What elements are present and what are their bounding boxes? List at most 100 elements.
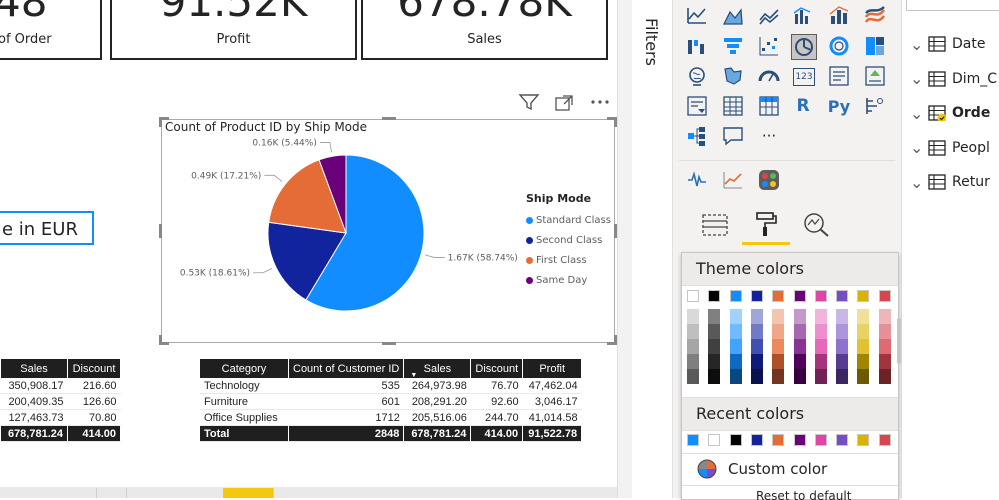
- color-shade-swatch[interactable]: [729, 309, 742, 324]
- key-influencers-icon[interactable]: [863, 94, 887, 118]
- ribbon-chart-icon[interactable]: [863, 4, 887, 28]
- color-shade-swatch[interactable]: [750, 324, 763, 339]
- partial-table[interactable]: Sales Discount 350,908.17 216.60 200,409.…: [0, 359, 121, 442]
- theme-color-swatch[interactable]: [687, 290, 699, 302]
- multi-row-card-icon[interactable]: [827, 64, 851, 88]
- column-header[interactable]: Category: [200, 359, 289, 378]
- recent-color-swatch[interactable]: [793, 434, 806, 446]
- donut-chart-icon[interactable]: [827, 34, 851, 58]
- pie-chart-visual[interactable]: Count of Product ID by Ship Mode 1.67K (…: [159, 117, 617, 345]
- table-icon[interactable]: [721, 94, 745, 118]
- color-shade-swatch[interactable]: [687, 324, 699, 339]
- filter-icon[interactable]: [518, 93, 540, 111]
- kpi-icon[interactable]: [863, 64, 887, 88]
- color-shade-swatch[interactable]: [750, 369, 763, 384]
- color-shade-swatch[interactable]: [708, 339, 721, 354]
- treemap-icon[interactable]: [863, 34, 887, 58]
- theme-color-swatch[interactable]: [857, 290, 870, 302]
- table-row[interactable]: 200,409.35 126.60: [0, 393, 121, 410]
- legend-item[interactable]: Standard Class: [526, 210, 611, 230]
- map-icon[interactable]: [685, 64, 709, 88]
- search-box-edge[interactable]: [906, 0, 999, 11]
- color-shade-swatch[interactable]: [836, 324, 849, 339]
- custom-visual-icon[interactable]: [757, 168, 781, 192]
- waterfall-chart-icon[interactable]: [685, 34, 709, 58]
- color-shade-swatch[interactable]: [814, 369, 827, 384]
- slicer-icon[interactable]: [685, 94, 709, 118]
- field-table-item[interactable]: ⌄ Orde: [910, 102, 990, 124]
- recent-color-swatch[interactable]: [729, 434, 742, 446]
- color-shade-swatch[interactable]: [772, 354, 785, 369]
- currency-slicer[interactable]: e in EUR: [0, 211, 94, 245]
- theme-color-swatch[interactable]: [772, 290, 785, 302]
- color-shade-swatch[interactable]: [708, 309, 721, 324]
- line-chart-icon[interactable]: [685, 4, 709, 28]
- color-shade-swatch[interactable]: [793, 324, 806, 339]
- fields-tab-icon[interactable]: [701, 212, 729, 238]
- color-shade-swatch[interactable]: [708, 324, 721, 339]
- kpi-card-count-order[interactable]: 48 of Order: [0, 0, 102, 60]
- color-shade-swatch[interactable]: [750, 309, 763, 324]
- color-shade-swatch[interactable]: [857, 324, 870, 339]
- filters-pane-collapsed[interactable]: Filters: [632, 0, 673, 498]
- field-table-item[interactable]: ⌄ Date: [910, 33, 985, 55]
- field-table-item[interactable]: ⌄ Retur: [910, 171, 990, 193]
- column-header[interactable]: Discount: [470, 359, 524, 378]
- chevron-down-icon[interactable]: ⌄: [910, 69, 926, 88]
- theme-color-swatch[interactable]: [729, 290, 742, 302]
- page-tab[interactable]: [127, 488, 224, 498]
- color-shade-swatch[interactable]: [857, 339, 870, 354]
- legend-item[interactable]: First Class: [526, 250, 611, 270]
- color-shade-swatch[interactable]: [836, 309, 849, 324]
- column-header[interactable]: Count of Customer ID: [288, 359, 405, 378]
- field-table-item[interactable]: ⌄ Peopl: [910, 137, 990, 159]
- color-shade-swatch[interactable]: [878, 369, 891, 384]
- color-shade-swatch[interactable]: [772, 369, 785, 384]
- color-shade-swatch[interactable]: [687, 354, 699, 369]
- theme-color-swatch[interactable]: [836, 290, 849, 302]
- kpi-card-sales[interactable]: 678.78K Sales: [361, 0, 608, 60]
- pane-scrollbar[interactable]: [897, 318, 901, 364]
- category-table[interactable]: Category Count of Customer ID Sales ▼ Di…: [200, 359, 583, 442]
- color-shade-swatch[interactable]: [729, 324, 742, 339]
- color-shade-swatch[interactable]: [793, 309, 806, 324]
- column-header[interactable]: Discount: [67, 359, 121, 378]
- color-shade-swatch[interactable]: [793, 354, 806, 369]
- scatter-chart-icon[interactable]: [757, 34, 781, 58]
- color-shade-swatch[interactable]: [878, 324, 891, 339]
- stacked-area-chart-icon[interactable]: [757, 4, 781, 28]
- color-shade-swatch[interactable]: [729, 339, 742, 354]
- line-clustered-column-icon[interactable]: [791, 4, 815, 28]
- filled-map-icon[interactable]: [721, 64, 745, 88]
- legend-item[interactable]: Second Class: [526, 230, 611, 250]
- column-header[interactable]: Sales: [0, 359, 68, 378]
- color-shade-swatch[interactable]: [687, 309, 699, 324]
- gauge-icon[interactable]: [757, 64, 781, 88]
- table-row[interactable]: 127,463.73 70.80: [0, 409, 121, 426]
- column-header-sorted[interactable]: Sales ▼: [403, 359, 472, 379]
- color-shade-swatch[interactable]: [836, 339, 849, 354]
- color-shade-swatch[interactable]: [814, 309, 827, 324]
- color-shade-swatch[interactable]: [878, 339, 891, 354]
- color-shade-swatch[interactable]: [708, 369, 721, 384]
- recent-color-swatch[interactable]: [772, 434, 785, 446]
- more-options-icon[interactable]: [590, 95, 610, 109]
- color-shade-swatch[interactable]: [878, 309, 891, 324]
- recent-color-swatch[interactable]: [857, 434, 870, 446]
- color-shade-swatch[interactable]: [793, 339, 806, 354]
- r-visual-icon[interactable]: R: [791, 94, 815, 118]
- color-shade-swatch[interactable]: [878, 354, 891, 369]
- color-shade-swatch[interactable]: [729, 369, 742, 384]
- line-stacked-column-icon[interactable]: [827, 4, 851, 28]
- recent-color-swatch[interactable]: [836, 434, 849, 446]
- page-tab-active[interactable]: [223, 488, 274, 498]
- page-tab[interactable]: [30, 488, 127, 498]
- resize-handle[interactable]: [382, 342, 396, 345]
- color-shade-swatch[interactable]: [687, 369, 699, 384]
- recent-color-swatch[interactable]: [878, 434, 891, 446]
- decomposition-tree-icon[interactable]: [685, 124, 709, 148]
- color-shade-swatch[interactable]: [857, 369, 870, 384]
- color-shade-swatch[interactable]: [814, 324, 827, 339]
- color-shade-swatch[interactable]: [750, 354, 763, 369]
- color-shade-swatch[interactable]: [708, 354, 721, 369]
